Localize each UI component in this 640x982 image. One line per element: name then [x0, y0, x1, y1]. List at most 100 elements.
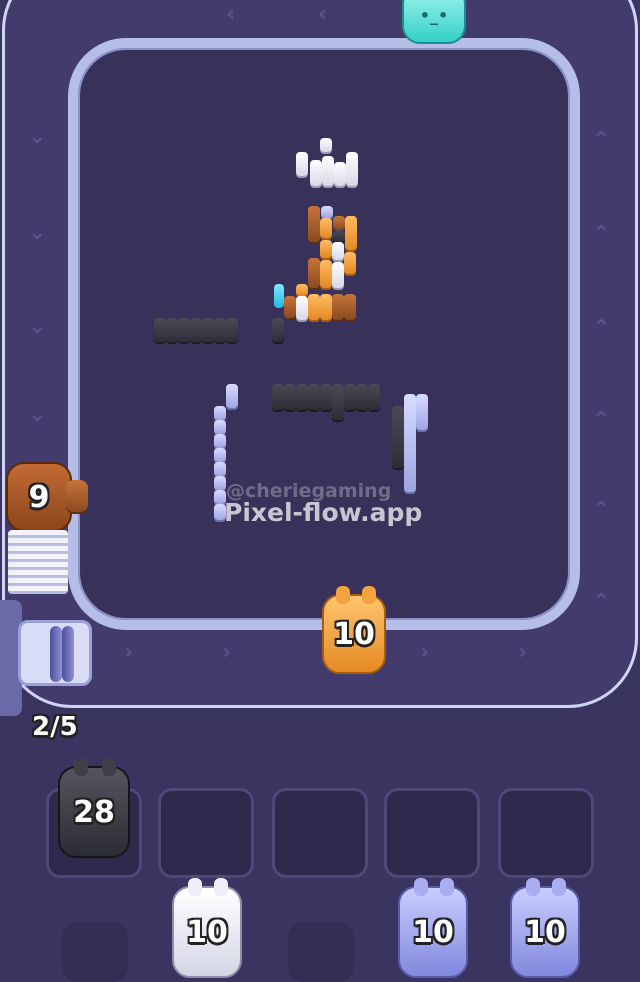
conveyor-pig-brown[interactable]: 9 [6, 462, 72, 532]
pixel-block [332, 262, 344, 288]
pixel-block [356, 384, 368, 410]
track-stairs [8, 530, 68, 594]
pixel-block [320, 384, 332, 410]
track-arrow-icon: › [518, 640, 528, 665]
launcher [0, 600, 98, 716]
ear [362, 586, 376, 604]
pixel-block [166, 318, 178, 342]
pixel-block [284, 384, 296, 410]
pixel-block [368, 384, 380, 410]
waiting-slot-2[interactable] [158, 788, 254, 878]
ear [102, 758, 116, 776]
track-arrow-icon: ⌄ [28, 220, 47, 245]
pixel-block [178, 318, 190, 342]
pixel-block [274, 284, 284, 308]
pixel-block [344, 294, 356, 320]
pixel-block [214, 406, 226, 420]
watermark-site: Pixel-flow.app [224, 498, 423, 527]
pixel-block [320, 138, 332, 152]
pixel-block [214, 448, 226, 462]
pixel-block [214, 318, 226, 342]
track-arrow-icon: ⌄ [28, 124, 47, 149]
pixel-block [345, 216, 357, 250]
track-arrow-icon: ⌃ [592, 590, 611, 615]
pixel-block [332, 294, 344, 320]
pixel-block [416, 394, 428, 430]
pixel-block [214, 476, 226, 490]
pixel-block [332, 384, 344, 420]
pixel-block [334, 162, 346, 186]
track-arrow-icon: ⌃ [592, 128, 611, 153]
pixel-block [310, 160, 322, 186]
pig-snout [66, 480, 88, 512]
conveyor-pig-cyan[interactable]: •_• [402, 0, 466, 44]
pixel-block [322, 156, 334, 186]
pixel-block [332, 242, 344, 260]
track-arrow-icon: ‹ [318, 2, 328, 27]
pixel-block [333, 230, 345, 242]
queue-pig-lavender[interactable]: 10 [398, 878, 468, 978]
pixel-block [320, 240, 332, 258]
track-arrow-icon: › [124, 640, 134, 665]
track-arrow-icon: ⌃ [592, 498, 611, 523]
pixel-block [190, 318, 202, 342]
track-arrow-icon: ⌃ [592, 408, 611, 433]
pig-count: 10 [333, 616, 375, 652]
queue-pig-lavender[interactable]: 10 [510, 878, 580, 978]
pixel-block [320, 294, 332, 320]
track-arrow-icon: ⌃ [592, 222, 611, 247]
conveyor-pig-orange[interactable]: 10 [322, 586, 386, 674]
pixel-block [308, 294, 320, 320]
track-arrow-icon: ⌄ [28, 402, 47, 427]
pixel-block [344, 384, 356, 410]
pixel-block [321, 206, 333, 218]
pixel-block [272, 384, 284, 410]
pixel-block [202, 318, 214, 342]
waiting-slot-3[interactable] [272, 788, 368, 878]
pig-count: 10 [524, 914, 566, 950]
pig-count: 28 [73, 794, 115, 830]
pixel-block [296, 296, 308, 320]
pixel-block [308, 384, 320, 410]
pixel-block [296, 384, 308, 410]
ear [414, 878, 428, 896]
pixel-block [214, 420, 226, 434]
ear [526, 878, 540, 896]
pixel-block [308, 206, 320, 242]
queue-shadow [62, 922, 128, 982]
pixel-block [404, 394, 416, 492]
pixel-block [214, 434, 226, 448]
pixel-block [320, 260, 332, 288]
ear [336, 586, 350, 604]
pixel-block [272, 318, 284, 342]
ear [552, 878, 566, 896]
pixel-block [226, 318, 238, 342]
track-arrow-icon: › [222, 640, 232, 665]
track-arrow-icon: › [420, 640, 430, 665]
pixel-block [392, 406, 404, 468]
track-arrow-icon: ⌄ [28, 314, 47, 339]
pixel-block [296, 152, 308, 176]
queue-shadow [288, 922, 354, 982]
ear [440, 878, 454, 896]
ear [214, 878, 228, 896]
track-arrow-icon: ‹ [226, 2, 236, 27]
pixel-block [214, 462, 226, 476]
ear [74, 758, 88, 776]
pixel-block [308, 258, 320, 288]
pig-count: 10 [186, 914, 228, 950]
shooter-counter: 2/5 [32, 712, 78, 742]
pig-face-icon: •_• [419, 5, 449, 25]
pixel-block [333, 216, 345, 230]
waiting-slot-5[interactable] [498, 788, 594, 878]
slot-pig-dark[interactable]: 28 [58, 758, 130, 858]
pixel-board [68, 38, 580, 630]
pixel-block [284, 296, 296, 318]
track-arrow-icon: ⌃ [592, 316, 611, 341]
waiting-slot-4[interactable] [384, 788, 480, 878]
pixel-block [346, 152, 358, 186]
pixel-block [226, 384, 238, 408]
pixel-block [344, 252, 356, 274]
queue-pig-white[interactable]: 10 [172, 878, 242, 978]
ear [188, 878, 202, 896]
